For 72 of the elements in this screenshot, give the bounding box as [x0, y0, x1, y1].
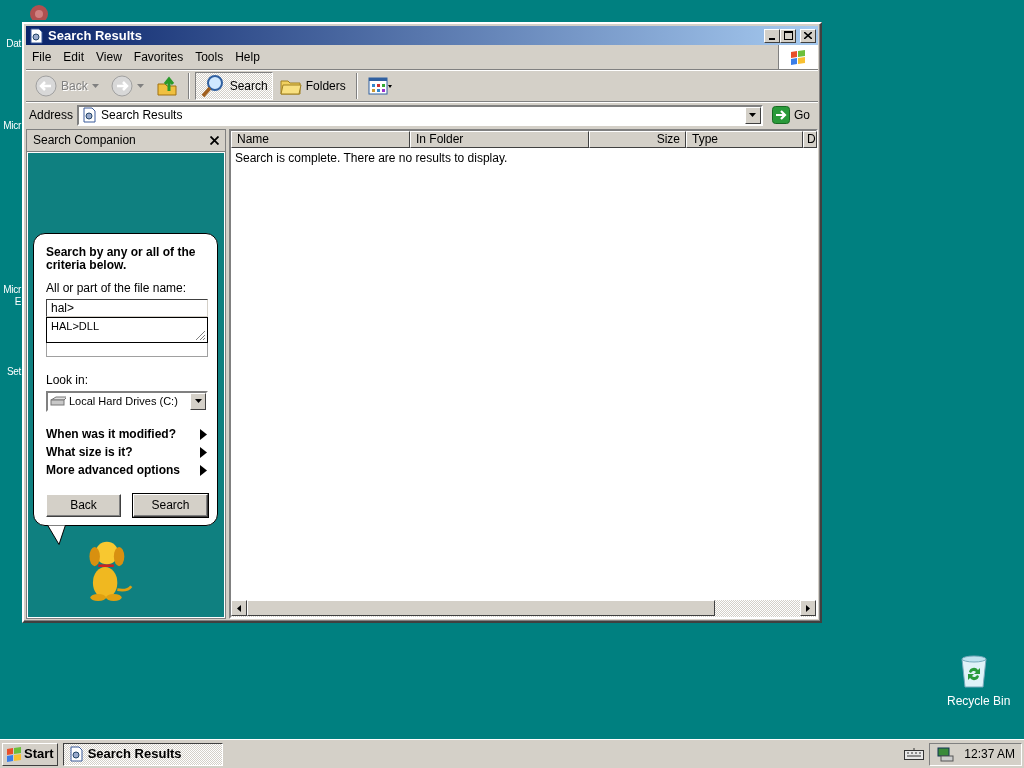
horizontal-scrollbar[interactable] [231, 600, 816, 617]
minimize-button[interactable] [764, 28, 780, 43]
document-icon [81, 107, 98, 123]
minimize-icon [769, 37, 775, 40]
windows-flag-icon [789, 48, 808, 66]
left-arrow-icon [237, 604, 241, 612]
column-header[interactable]: Size [589, 131, 686, 148]
expander-link[interactable]: More advanced options [46, 461, 208, 480]
maximize-button[interactable] [780, 28, 796, 43]
field-label: All or part of the file name: [46, 280, 188, 296]
scroll-right-button[interactable] [800, 600, 816, 616]
text-field[interactable] [46, 343, 208, 358]
address-label: Address [29, 107, 74, 123]
address-value: Search Results [101, 107, 183, 123]
address-field[interactable]: Search Results [77, 104, 763, 126]
caret-icon [194, 399, 202, 404]
start-button[interactable]: Start [2, 742, 58, 766]
scroll-left-button[interactable] [231, 600, 247, 616]
column-header[interactable]: Name [231, 131, 410, 148]
maximize-icon [783, 31, 793, 40]
close-icon [804, 32, 812, 39]
go-button[interactable]: Go [767, 104, 815, 126]
expander-link[interactable]: What size is it? [46, 443, 208, 462]
search-icon [199, 74, 226, 98]
caret-icon [91, 84, 99, 88]
icon-label: Micr [2, 120, 21, 132]
scroll-thumb[interactable] [247, 600, 715, 616]
status-message: Search is complete. There are no results to display. [234, 150, 509, 167]
field-label: Look in: [46, 373, 90, 388]
menu-item[interactable]: View [90, 49, 128, 65]
icon-label: Recycle Bin [947, 694, 1011, 709]
network-icon[interactable] [936, 746, 955, 762]
caret-icon [136, 84, 144, 88]
back-button[interactable]: Back [46, 493, 121, 517]
icon-label: Dat [5, 38, 21, 50]
drive-icon [50, 395, 66, 408]
folders-button[interactable]: Folders [274, 72, 351, 100]
column-header[interactable]: Type [686, 131, 803, 148]
up-folder-icon [155, 75, 178, 97]
icon-label: Set [5, 366, 21, 378]
close-icon [210, 136, 219, 145]
keyboard-icon[interactable] [904, 748, 925, 760]
clock: 12:37 AM [964, 746, 1015, 762]
menu-item[interactable]: Favorites [127, 49, 190, 65]
views-icon [367, 77, 392, 95]
dropdown-button[interactable] [745, 106, 761, 124]
menu-item[interactable]: Tools [189, 49, 230, 65]
expander-link[interactable]: When was it modified? [46, 425, 208, 444]
caret-icon [749, 113, 757, 117]
windows-flag-icon [6, 746, 22, 762]
pane-title: Search Companion [33, 133, 136, 148]
right-arrow-icon [806, 604, 810, 612]
go-arrow-icon [772, 106, 790, 124]
taskbar-button[interactable]: Search Results [62, 742, 223, 766]
document-icon [28, 27, 44, 44]
column-header[interactable]: D [803, 131, 817, 148]
column-header[interactable]: In Folder [410, 131, 589, 148]
document-icon [67, 746, 84, 762]
file-name-field[interactable]: hal> [46, 299, 208, 318]
menu-item[interactable]: Edit [57, 49, 91, 65]
menu-item[interactable]: Help [229, 49, 266, 65]
look-in-dropdown[interactable]: Local Hard Drives (C:) [46, 390, 208, 412]
icon-label: Micr E [2, 284, 21, 307]
menu-item[interactable]: File [26, 49, 58, 65]
recycle-bin-icon[interactable] [958, 655, 990, 689]
resize-grip-icon[interactable] [195, 330, 206, 342]
search-button[interactable]: Search [133, 493, 208, 517]
instruction-text: Search by any or all of the criteria below. [46, 246, 197, 273]
search-button[interactable]: Search [194, 72, 273, 100]
autocomplete-item[interactable]: HAL>DLL [51, 320, 203, 334]
close-button[interactable] [210, 136, 219, 145]
window-title: Search Results [48, 27, 142, 44]
